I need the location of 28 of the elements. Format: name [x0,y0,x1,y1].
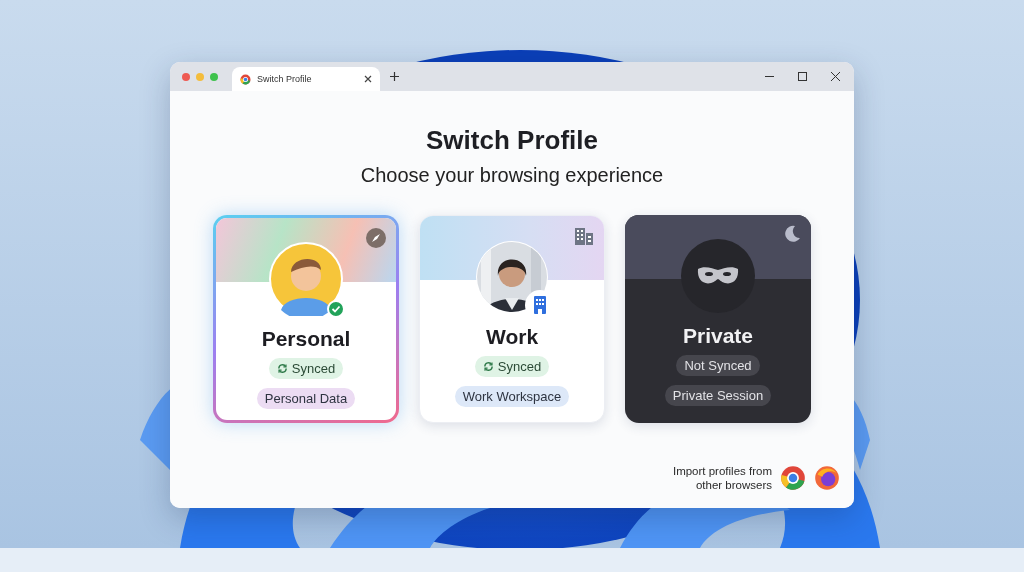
check-badge-icon [327,300,345,318]
sync-icon [276,363,288,374]
building-icon [574,226,594,246]
profile-card[interactable]: Work Synced Work Workspace [419,215,605,423]
profile-tag: Work Workspace [454,386,570,407]
avatar-icon [681,239,755,313]
profile-name: Work [485,325,539,349]
profile-card[interactable]: Personal Synced Personal Data [213,215,399,423]
profile-card[interactable]: Private Not Synced Private Session [625,215,811,423]
import-label: Import profiles from other browsers [671,464,772,492]
close-light-icon[interactable] [182,72,190,81]
tab-title: Switch Profile [257,74,313,84]
profile-name: Private [682,324,753,348]
compass-icon [366,228,386,248]
profile-tag: Personal Data [256,388,356,409]
page-title: Switch Profile [426,125,598,156]
profile-name: Personal [261,327,351,351]
page-subtitle: Choose your browsing experience [360,164,664,187]
close-tab-icon[interactable] [364,75,372,83]
avatar-icon [269,242,343,316]
browser-logo-icon [240,73,251,85]
sync-icon [482,361,494,372]
sync-status-badge: Synced [268,358,344,379]
profile-tag: Private Session [664,385,772,406]
sync-status-badge: Not Synced [676,355,760,376]
sync-status-badge: Synced [474,356,550,377]
browser-tab[interactable]: Switch Profile [232,67,380,91]
moon-icon [783,225,801,243]
